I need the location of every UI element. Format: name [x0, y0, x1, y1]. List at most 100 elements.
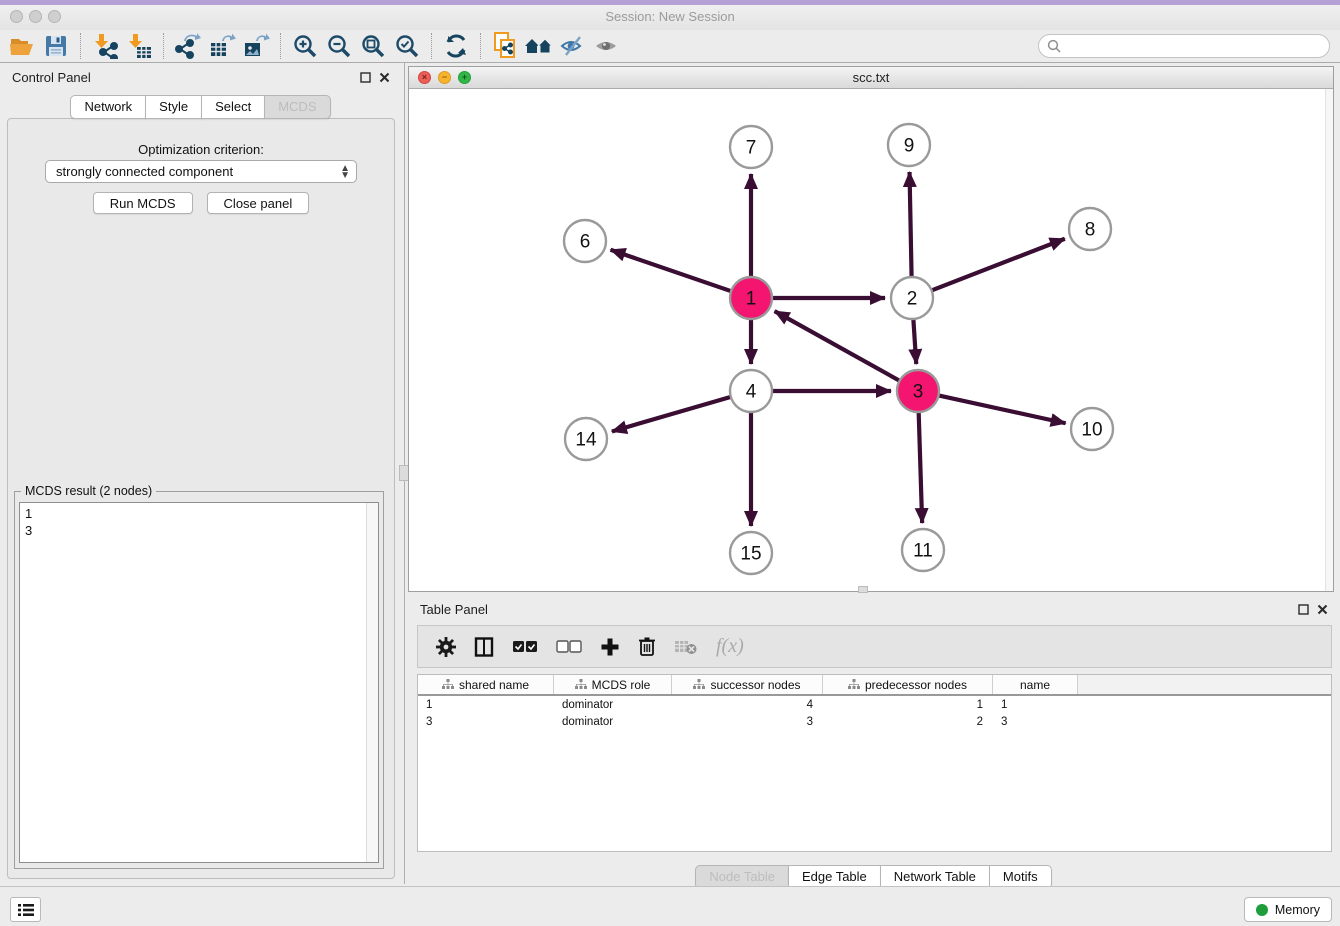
- column-header-name[interactable]: name: [993, 675, 1078, 694]
- hide-graphics-details-icon[interactable]: [556, 31, 590, 61]
- export-network-icon[interactable]: [171, 31, 205, 61]
- criterion-dropdown[interactable]: strongly connected component ▲▼: [45, 160, 357, 183]
- table-settings-icon[interactable]: [436, 637, 456, 657]
- cell-successor-nodes[interactable]: 3: [672, 716, 823, 728]
- result-line: 1: [25, 505, 373, 522]
- import-table-icon[interactable]: [122, 31, 156, 61]
- network-canvas[interactable]: 1 2 3 4 6 7 8 9 10 11 14 15: [409, 89, 1333, 591]
- clone-network-icon[interactable]: [488, 31, 522, 61]
- node-4[interactable]: 4: [730, 370, 772, 412]
- memory-status-icon: [1256, 904, 1268, 916]
- home-layout-icon[interactable]: [522, 31, 556, 61]
- tab-style[interactable]: Style: [145, 95, 202, 119]
- node-7[interactable]: 7: [730, 126, 772, 168]
- result-scrollbar[interactable]: [366, 503, 378, 862]
- control-panel-title: Control Panel: [12, 70, 91, 85]
- close-table-panel-icon[interactable]: [1317, 604, 1328, 615]
- horizontal-splitter-handle[interactable]: [858, 586, 868, 593]
- titlebar: Session: New Session: [0, 5, 1340, 30]
- float-table-panel-icon[interactable]: [1298, 604, 1309, 615]
- cell-shared-name[interactable]: 3: [418, 716, 554, 728]
- cell-predecessor-nodes[interactable]: 2: [823, 716, 993, 728]
- cell-shared-name[interactable]: 1: [418, 699, 554, 711]
- graph-edges[interactable]: [611, 172, 1066, 526]
- tab-select[interactable]: Select: [201, 95, 265, 119]
- export-image-icon[interactable]: [239, 31, 273, 61]
- cell-successor-nodes[interactable]: 4: [672, 699, 823, 711]
- table-row[interactable]: 1dominator411: [418, 696, 1331, 713]
- column-header-mcds-role[interactable]: MCDS role: [554, 675, 672, 694]
- zoom-fit-icon[interactable]: [356, 31, 390, 61]
- float-panel-icon[interactable]: [360, 72, 371, 83]
- edge-3-10[interactable]: [939, 395, 1066, 423]
- cell-predecessor-nodes[interactable]: 1: [823, 699, 993, 711]
- cell-mcds-role[interactable]: dominator: [554, 716, 672, 728]
- edge-3-11[interactable]: [919, 412, 922, 523]
- node-9[interactable]: 9: [888, 124, 930, 166]
- add-column-icon[interactable]: [600, 637, 620, 657]
- column-header-predecessor-nodes[interactable]: predecessor nodes: [823, 675, 993, 694]
- application-window: Session: New Session: [0, 0, 1340, 926]
- select-all-columns-icon[interactable]: [512, 640, 538, 654]
- toolbar-separator: [480, 33, 481, 59]
- delete-column-icon[interactable]: [638, 636, 656, 657]
- mcds-result-text[interactable]: 13: [19, 502, 379, 863]
- optimization-criterion-label: Optimization criterion:: [8, 142, 394, 157]
- export-table-icon[interactable]: [205, 31, 239, 61]
- edge-2-8[interactable]: [932, 239, 1065, 291]
- memory-button[interactable]: Memory: [1244, 897, 1332, 922]
- cell-name[interactable]: 3: [993, 716, 1078, 728]
- close-panel-button[interactable]: Close panel: [207, 192, 310, 214]
- edge-2-3[interactable]: [913, 319, 916, 364]
- node-10[interactable]: 10: [1071, 408, 1113, 450]
- delete-table-icon[interactable]: [674, 638, 698, 656]
- control-panel-tabs: NetworkStyleSelectMCDS: [0, 95, 402, 119]
- unselect-all-columns-icon[interactable]: [556, 640, 582, 654]
- save-session-icon[interactable]: [39, 31, 73, 61]
- run-mcds-button[interactable]: Run MCDS: [93, 192, 193, 214]
- node-2[interactable]: 2: [891, 277, 933, 319]
- function-builder-icon[interactable]: f(x): [716, 635, 744, 658]
- cell-name[interactable]: 1: [993, 699, 1078, 711]
- main-toolbar: [0, 30, 1340, 63]
- node-label: 6: [580, 232, 591, 253]
- zoom-selected-icon[interactable]: [390, 31, 424, 61]
- node-1[interactable]: 1: [730, 277, 772, 319]
- zoom-out-icon[interactable]: [322, 31, 356, 61]
- column-layout-icon[interactable]: [474, 637, 494, 657]
- node-6[interactable]: 6: [564, 220, 606, 262]
- column-header-shared-name[interactable]: shared name: [418, 675, 554, 694]
- node-14[interactable]: 14: [565, 418, 607, 460]
- network-scrollbar[interactable]: [1325, 89, 1333, 591]
- edge-3-1[interactable]: [775, 311, 900, 381]
- node-label: 9: [904, 136, 915, 157]
- node-table[interactable]: shared nameMCDS rolesuccessor nodesprede…: [417, 674, 1332, 852]
- node-3[interactable]: 3: [897, 370, 939, 412]
- edge-4-14[interactable]: [612, 397, 731, 432]
- tab-network[interactable]: Network: [70, 95, 146, 119]
- search-box[interactable]: [1038, 34, 1330, 58]
- cell-mcds-role[interactable]: dominator: [554, 699, 672, 711]
- network-window-titlebar[interactable]: × − + scc.txt: [409, 67, 1333, 89]
- refresh-view-icon[interactable]: [439, 31, 473, 61]
- node-label: 2: [907, 289, 918, 310]
- table-row[interactable]: 3dominator323: [418, 713, 1331, 730]
- node-8[interactable]: 8: [1069, 208, 1111, 250]
- edge-1-6[interactable]: [611, 250, 732, 291]
- task-history-button[interactable]: [10, 897, 41, 922]
- node-11[interactable]: 11: [902, 529, 944, 571]
- table-toolbar: f(x): [417, 625, 1332, 668]
- close-panel-icon[interactable]: [379, 72, 390, 83]
- import-network-icon[interactable]: [88, 31, 122, 61]
- column-header-successor-nodes[interactable]: successor nodes: [672, 675, 823, 694]
- column-tree-icon: [693, 679, 705, 690]
- column-tree-icon: [575, 679, 587, 690]
- tab-mcds[interactable]: MCDS: [264, 95, 330, 119]
- show-graphics-details-icon[interactable]: [590, 31, 624, 61]
- node-15[interactable]: 15: [730, 532, 772, 574]
- network-window-title: scc.txt: [409, 70, 1333, 85]
- edge-2-9[interactable]: [910, 172, 912, 277]
- open-session-icon[interactable]: [5, 31, 39, 61]
- zoom-in-icon[interactable]: [288, 31, 322, 61]
- search-input[interactable]: [1066, 39, 1316, 53]
